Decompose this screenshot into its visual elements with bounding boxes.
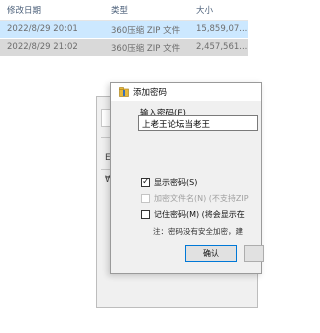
column-header-date[interactable]: 修改日期: [7, 4, 41, 16]
file-type: 360压缩 ZIP 文件: [111, 44, 181, 54]
security-note: 注：密码没有安全加密，建: [153, 227, 243, 236]
password-input[interactable]: 上老王论坛当老王: [138, 115, 258, 131]
file-size: 2,457,561...: [196, 42, 248, 52]
remember-password-label: 记住密码(M) (将会显示在: [154, 210, 245, 219]
cancel-button[interactable]: [244, 245, 264, 262]
check-icon: ✓: [142, 177, 150, 187]
dialog-title-bar[interactable]: 添加密码: [111, 83, 261, 101]
file-row[interactable]: 2022/8/29 20:01 360压缩 ZIP 文件 15,859,07..…: [0, 21, 248, 38]
dialog-title: 添加密码: [133, 88, 168, 98]
column-header-size[interactable]: 大小: [196, 4, 213, 16]
checkbox: [141, 194, 150, 203]
ok-button[interactable]: 确认: [185, 245, 237, 262]
show-password-label: 显示密码(S): [154, 178, 198, 187]
file-list-header: 修改日期 类型 大小: [0, 0, 248, 21]
checkbox[interactable]: ✓: [141, 177, 150, 187]
file-date: 2022/8/29 21:02: [7, 42, 78, 52]
file-size: 15,859,07...: [196, 24, 248, 34]
file-type: 360压缩 ZIP 文件: [111, 26, 181, 36]
file-row[interactable]: 2022/8/29 21:02 360压缩 ZIP 文件 2,457,561..…: [0, 39, 248, 56]
checkbox[interactable]: [141, 210, 150, 219]
column-header-type[interactable]: 类型: [111, 4, 128, 16]
encrypt-filenames-label: 加密文件名(N) (不支持ZIP: [154, 194, 249, 203]
archive-icon: [119, 87, 129, 97]
file-date: 2022/8/29 20:01: [7, 24, 78, 34]
